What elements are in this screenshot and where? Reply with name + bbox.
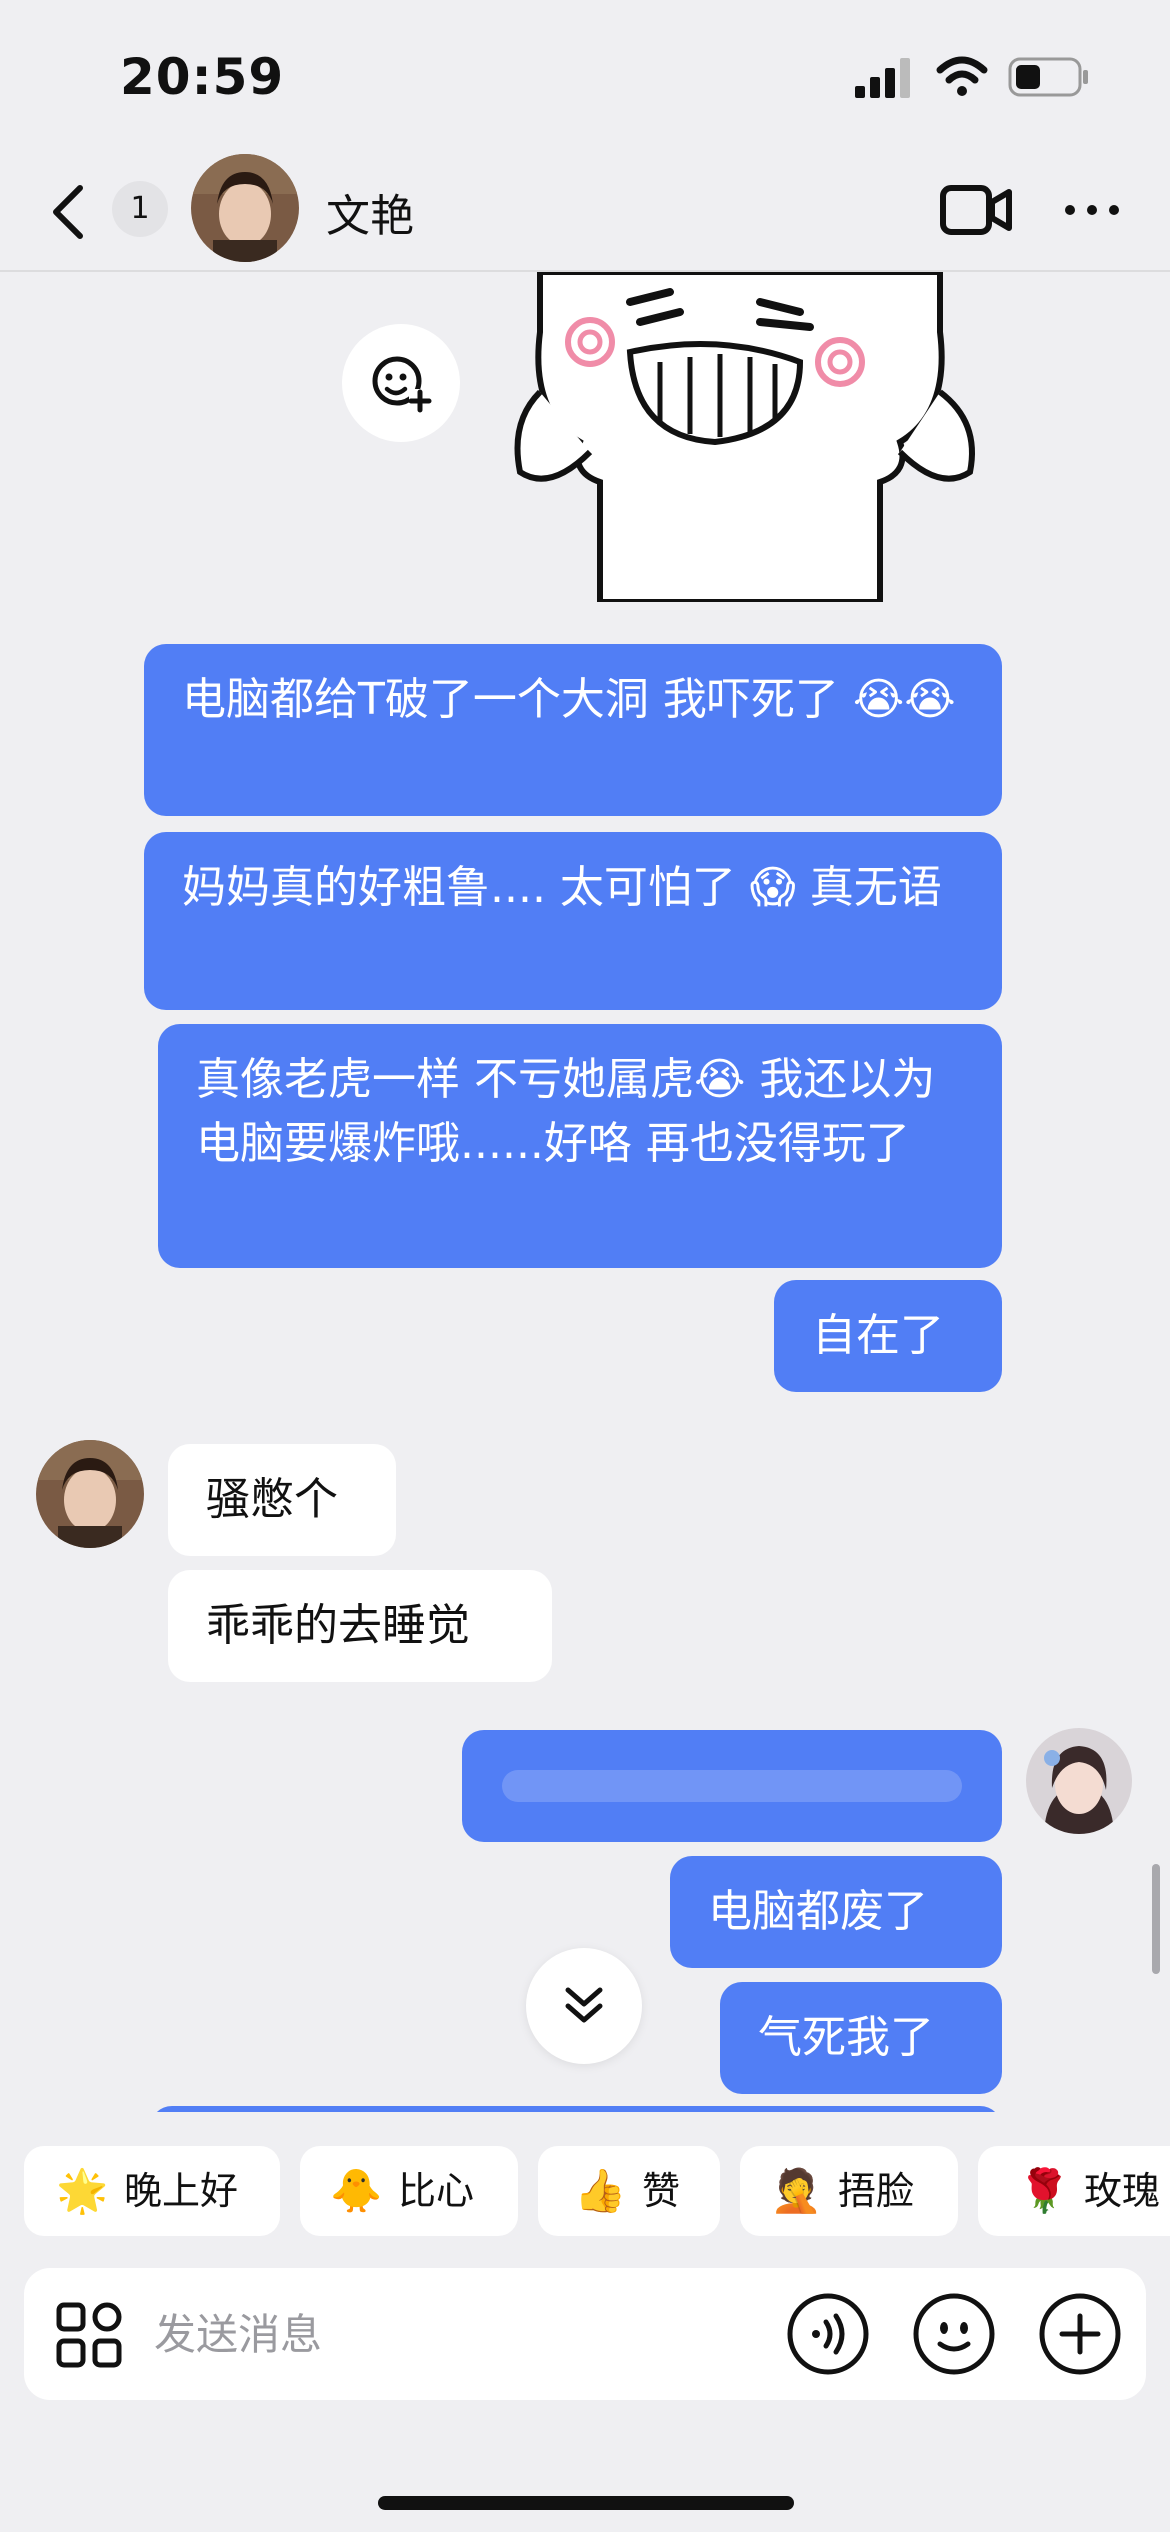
contact-message-avatar[interactable]	[36, 1440, 144, 1548]
chat-header: 1 文艳	[0, 150, 1170, 272]
contact-avatar[interactable]	[191, 154, 299, 262]
outgoing-message[interactable]: 真像老虎一样 不亏她属虎😭 我还以为电脑要爆炸哦......好咯 再也没得玩了	[158, 1024, 1002, 1268]
add-sticker-icon	[372, 356, 432, 413]
message-input-bar	[24, 2268, 1146, 2400]
outgoing-message[interactable]: 自在了	[774, 1280, 1002, 1392]
add-sticker-button[interactable]	[342, 324, 460, 442]
message-text: 自在了	[812, 1310, 944, 1361]
voice-icon[interactable]	[786, 2292, 870, 2376]
chip-label: 玫瑰	[1084, 2169, 1161, 2213]
status-bar: 20:59	[0, 0, 1170, 150]
outgoing-message-blurred[interactable]	[462, 1730, 1002, 1842]
chip-label: 赞	[642, 2169, 681, 2213]
rose-emoji-icon: 🌹	[1018, 2166, 1071, 2215]
unread-count-badge[interactable]: 1	[112, 181, 168, 237]
apps-grid-icon[interactable]	[56, 2302, 122, 2368]
outgoing-message[interactable]: 电脑都给T破了一个大洞 我吓死了 😭😭	[144, 644, 1002, 816]
double-chevron-down-icon	[565, 1987, 603, 2023]
my-avatar[interactable]	[1026, 1728, 1132, 1834]
cellular-signal-icon	[855, 58, 910, 98]
thumbs-up-emoji-icon: 👍	[574, 2166, 627, 2215]
chip-label: 比心	[398, 2169, 475, 2213]
video-call-icon[interactable]	[940, 182, 1012, 238]
quick-reply-chip[interactable]: 🌟 晚上好	[24, 2146, 280, 2236]
incoming-message[interactable]: 乖乖的去睡觉	[168, 1570, 552, 1682]
battery-icon	[1008, 57, 1088, 97]
message-text: 真像老虎一样 不亏她属虎😭 我还以为电脑要爆炸哦......好咯 再也没得玩了	[196, 1054, 936, 1169]
home-indicator[interactable]	[378, 2496, 794, 2510]
message-emoji: 😭😭	[852, 674, 956, 725]
message-text: 气死我了	[758, 2012, 934, 2063]
star-emoji-icon: 🌟	[56, 2166, 109, 2215]
chip-label: 晚上好	[124, 2169, 239, 2213]
wifi-icon	[936, 56, 988, 96]
chip-label: 捂脸	[838, 2169, 915, 2213]
outgoing-message[interactable]: 气死我了	[720, 1982, 1002, 2094]
message-text: 乖乖的去睡觉	[206, 1600, 470, 1651]
message-text: 骚憋个	[206, 1474, 338, 1525]
incoming-message[interactable]: 骚憋个	[168, 1444, 396, 1556]
message-text: 妈妈真的好粗鲁.... 太可怕了 😱 真无语	[182, 862, 942, 913]
duck-emoji-icon: 🐥	[330, 2166, 383, 2215]
blurred-text-placeholder	[502, 1770, 962, 1802]
quick-reply-chip[interactable]: 🐥 比心	[300, 2146, 518, 2236]
contact-name[interactable]: 文艳	[326, 180, 414, 244]
outgoing-message[interactable]: 妈妈真的好粗鲁.... 太可怕了 😱 真无语	[144, 832, 1002, 1010]
quick-reply-chip[interactable]: 🤦 捂脸	[740, 2146, 958, 2236]
quick-reply-chip[interactable]: 🌹 玫瑰	[978, 2146, 1170, 2236]
emoji-face-icon[interactable]	[912, 2292, 996, 2376]
outgoing-message-partial[interactable]	[150, 2106, 1002, 2112]
sticker-image[interactable]	[500, 272, 1000, 602]
plus-circle-icon[interactable]	[1038, 2292, 1122, 2376]
facepalm-emoji-icon: 🤦	[770, 2166, 823, 2215]
message-list[interactable]: 电脑都给T破了一个大洞 我吓死了 😭😭 妈妈真的好粗鲁.... 太可怕了 😱 真…	[0, 272, 1170, 2112]
message-text: 电脑都废了	[708, 1886, 928, 1937]
chat-screen: 20:59 1 文艳 电脑都给T破了一个大洞 我吓死了 😭😭 妈妈真的好粗鲁..…	[0, 0, 1170, 2532]
scrollbar-thumb[interactable]	[1152, 1864, 1160, 1974]
scroll-to-bottom-button[interactable]	[526, 1948, 642, 2064]
quick-reply-bar: 🌟 晚上好 🐥 比心 👍 赞 🤦 捂脸 🌹 玫瑰	[0, 2140, 1170, 2240]
message-input[interactable]	[154, 2290, 754, 2378]
status-time: 20:59	[120, 48, 285, 106]
more-dots-icon[interactable]	[1062, 200, 1122, 220]
message-text: 电脑都给T破了一个大洞 我吓死了	[182, 674, 839, 725]
back-chevron-icon[interactable]	[46, 182, 92, 242]
outgoing-message[interactable]: 电脑都废了	[670, 1856, 1002, 1968]
quick-reply-chip[interactable]: 👍 赞	[538, 2146, 720, 2236]
